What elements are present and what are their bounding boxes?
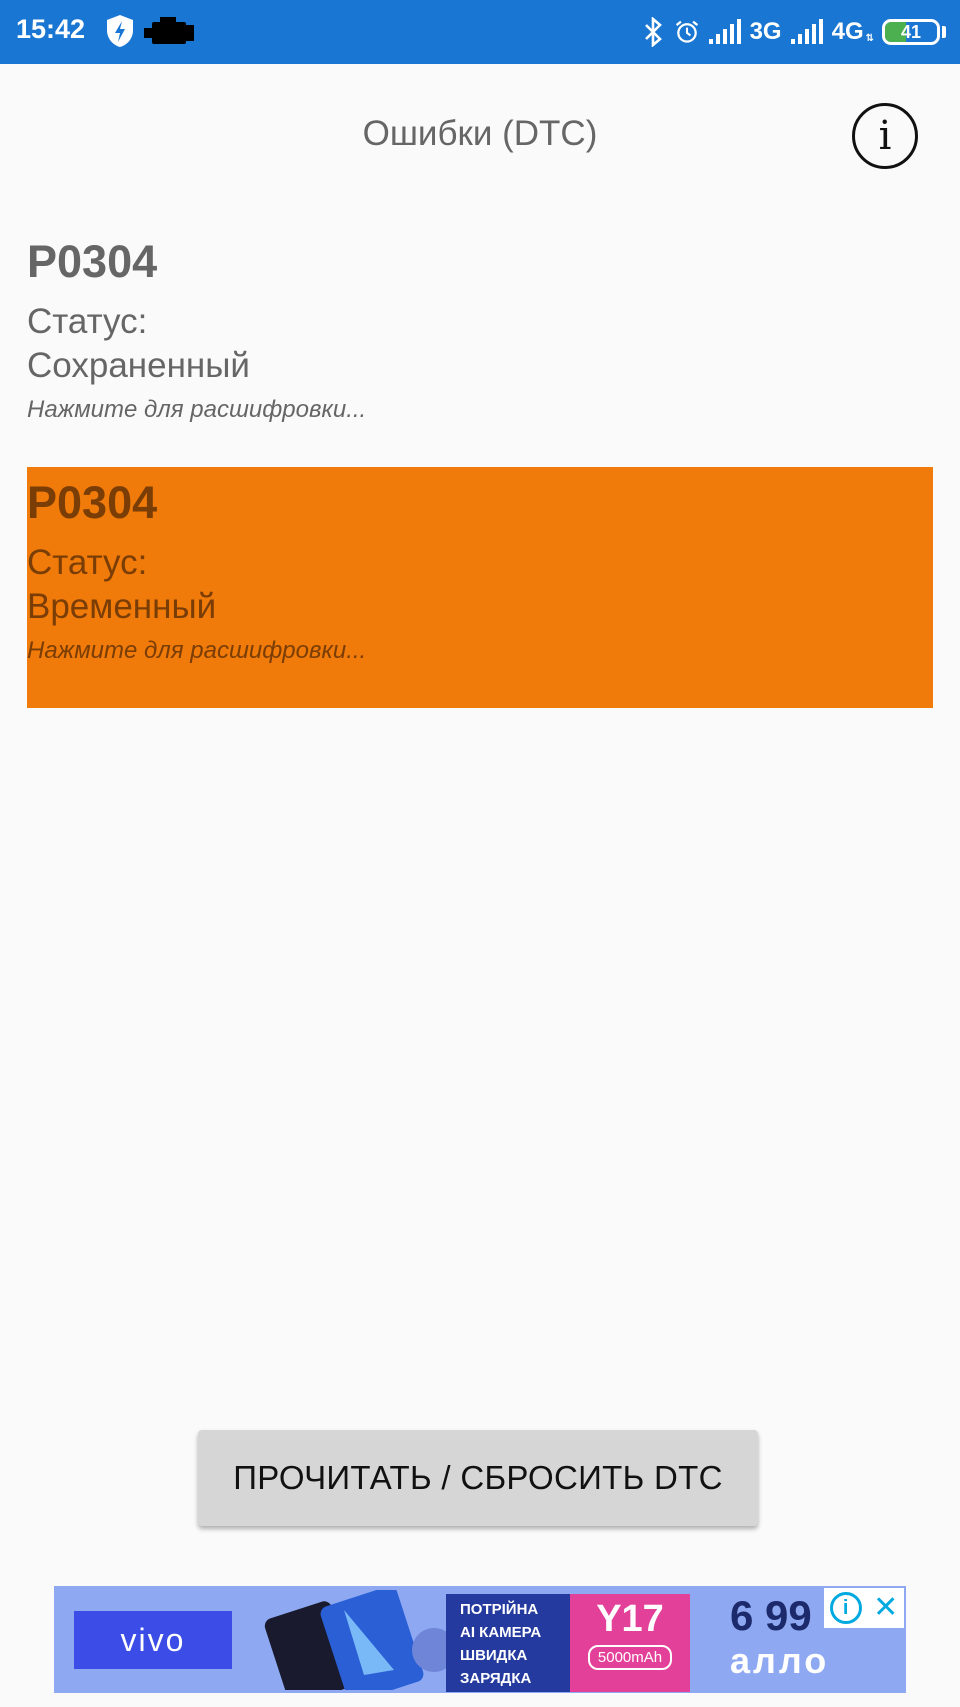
page-title: Ошибки (DTC) — [362, 114, 598, 153]
status-bar: 15:42 3G 4G ⇅ 41 — [0, 0, 960, 64]
dtc-hint: Нажмите для расшифровки... — [27, 396, 367, 423]
battery-cap — [942, 26, 946, 38]
status-right-cluster: 3G 4G ⇅ 41 — [640, 12, 946, 52]
dtc-status-value: Сохраненный — [27, 346, 250, 385]
dtc-status-value: Временный — [27, 587, 217, 626]
ad-choices: i ✕ — [824, 1588, 904, 1628]
dtc-code: P0304 — [27, 236, 158, 287]
dtc-status-label: Статус: — [27, 543, 148, 582]
ad-promo-line: ЗАРЯДКА — [460, 1670, 532, 1687]
battery-icon: 41 — [882, 19, 940, 45]
ad-close-icon[interactable]: ✕ — [873, 1593, 898, 1623]
shield-bolt-icon — [107, 15, 133, 47]
info-button[interactable]: i — [852, 103, 918, 169]
ad-battery: 5000mAh — [587, 1645, 673, 1670]
network-type-2: 4G — [831, 18, 864, 45]
ad-store-logo: алло — [730, 1640, 830, 1681]
ad-banner[interactable]: vivo ПОТРІЙНА AI КАМЕРА ШВИДКА ЗАРЯДКА Y… — [54, 1586, 906, 1693]
data-arrows-icon: ⇅ — [865, 32, 874, 44]
ad-model: Y17 — [596, 1598, 664, 1640]
check-engine-icon — [144, 17, 194, 44]
dtc-hint: Нажмите для расшифровки... — [27, 637, 367, 664]
info-icon: i — [878, 113, 892, 159]
dtc-list-item-selected[interactable]: P0304 Статус: Временный Нажмите для расш… — [27, 467, 933, 708]
ad-info-icon[interactable]: i — [829, 1592, 862, 1624]
alarm-icon — [675, 20, 698, 43]
ad-promo-line: ШВИДКА — [460, 1647, 528, 1664]
ad-price: 6 99 — [730, 1592, 812, 1639]
ad-phone-image — [264, 1590, 454, 1690]
signal-icon — [790, 19, 823, 44]
dtc-code: P0304 — [27, 477, 158, 528]
dtc-list-item[interactable]: P0304 Статус: Сохраненный Нажмите для ра… — [27, 226, 933, 467]
ad-promo-line: ПОТРІЙНА — [460, 1601, 539, 1618]
read-reset-dtc-button[interactable]: ПРОЧИТАТЬ / СБРОСИТЬ DTC — [198, 1430, 758, 1526]
ad-brand-logo: vivo — [74, 1611, 232, 1669]
network-type-1: 3G — [749, 18, 782, 45]
signal-icon — [708, 19, 741, 44]
ad-promo-line: AI КАМЕРА — [460, 1624, 542, 1641]
bluetooth-icon — [644, 17, 662, 47]
dtc-status-label: Статус: — [27, 302, 148, 341]
status-time: 15:42 — [16, 14, 86, 44]
battery-percent: 41 — [900, 21, 922, 42]
ad-model-box: Y17 5000mAh — [570, 1594, 690, 1692]
ad-promo-text: ПОТРІЙНА AI КАМЕРА ШВИДКА ЗАРЯДКА — [446, 1594, 570, 1692]
